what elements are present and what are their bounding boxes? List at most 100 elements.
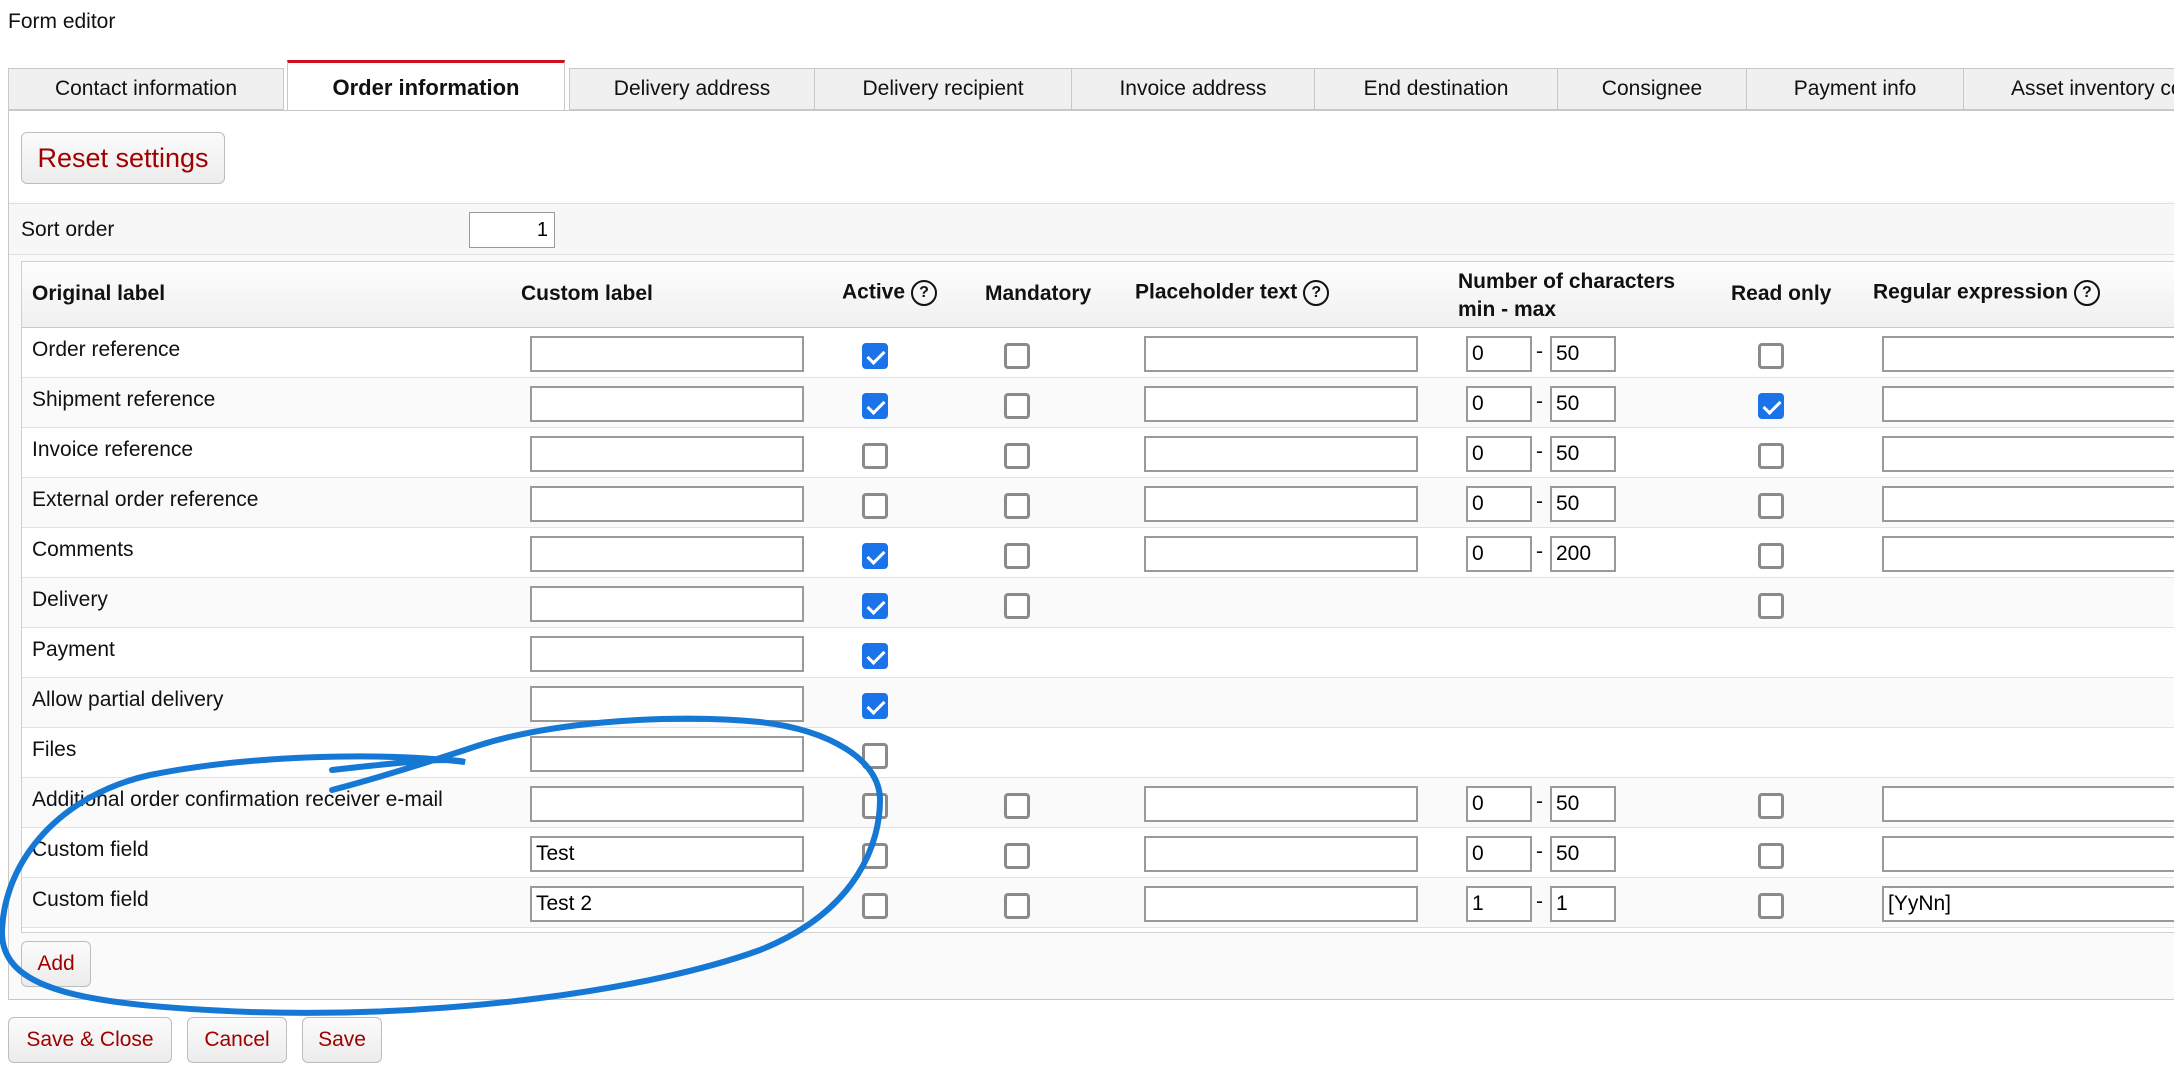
custom-label-input[interactable] [530, 836, 804, 872]
help-icon[interactable]: ? [2073, 280, 2100, 306]
regular-expression-input[interactable] [1882, 386, 2174, 422]
mandatory-checkbox[interactable] [1004, 343, 1030, 369]
regular-expression-input[interactable] [1882, 336, 2174, 372]
active-checkbox[interactable] [862, 393, 888, 419]
custom-label-input[interactable] [530, 336, 804, 372]
min-characters-input[interactable] [1466, 436, 1532, 472]
max-characters-input[interactable] [1550, 836, 1616, 872]
placeholder-text-input[interactable] [1144, 436, 1418, 472]
save-button[interactable]: Save [302, 1017, 382, 1063]
read-only-checkbox[interactable] [1758, 493, 1784, 519]
min-characters-input[interactable] [1466, 536, 1532, 572]
read-only-checkbox[interactable] [1758, 393, 1784, 419]
original-label: Payment [32, 638, 115, 661]
placeholder-text-input[interactable] [1144, 886, 1418, 922]
active-checkbox[interactable] [862, 743, 888, 769]
min-characters-input[interactable] [1466, 486, 1532, 522]
regular-expression-input[interactable] [1882, 436, 2174, 472]
tab-delivery-recipient[interactable]: Delivery recipient [814, 68, 1072, 110]
active-checkbox[interactable] [862, 793, 888, 819]
tab-payment-info[interactable]: Payment info [1746, 68, 1964, 110]
custom-label-input[interactable] [530, 686, 804, 722]
tab-asset-inventory[interactable]: Asset inventory co [1963, 68, 2174, 110]
min-characters-input[interactable] [1466, 786, 1532, 822]
tab-delivery-address[interactable]: Delivery address [569, 68, 815, 110]
custom-label-input[interactable] [530, 886, 804, 922]
read-only-checkbox[interactable] [1758, 443, 1784, 469]
max-characters-input[interactable] [1550, 786, 1616, 822]
col-active: Active? [842, 280, 938, 306]
max-characters-input[interactable] [1550, 386, 1616, 422]
tab-bar: Contact information Order information De… [8, 60, 2174, 112]
read-only-checkbox[interactable] [1758, 593, 1784, 619]
active-checkbox[interactable] [862, 843, 888, 869]
max-characters-input[interactable] [1550, 886, 1616, 922]
mandatory-checkbox[interactable] [1004, 793, 1030, 819]
active-checkbox[interactable] [862, 643, 888, 669]
mandatory-checkbox[interactable] [1004, 393, 1030, 419]
active-checkbox[interactable] [862, 343, 888, 369]
regular-expression-input[interactable] [1882, 886, 2174, 922]
custom-label-input[interactable] [530, 586, 804, 622]
active-checkbox[interactable] [862, 693, 888, 719]
help-icon[interactable]: ? [1303, 280, 1330, 306]
table-row: Additional order confirmation receiver e… [22, 778, 2174, 828]
min-characters-input[interactable] [1466, 386, 1532, 422]
max-characters-input[interactable] [1550, 486, 1616, 522]
custom-label-input[interactable] [530, 386, 804, 422]
sort-order-input[interactable] [469, 212, 555, 248]
min-characters-input[interactable] [1466, 886, 1532, 922]
active-checkbox[interactable] [862, 443, 888, 469]
custom-label-input[interactable] [530, 536, 804, 572]
cancel-button[interactable]: Cancel [187, 1017, 287, 1063]
active-checkbox[interactable] [862, 543, 888, 569]
add-field-button[interactable]: Add [21, 941, 91, 987]
table-row: Order reference - [22, 328, 2174, 378]
placeholder-text-input[interactable] [1144, 386, 1418, 422]
min-characters-input[interactable] [1466, 336, 1532, 372]
custom-label-input[interactable] [530, 736, 804, 772]
min-characters-input[interactable] [1466, 836, 1532, 872]
mandatory-checkbox[interactable] [1004, 493, 1030, 519]
tab-end-destination[interactable]: End destination [1314, 68, 1558, 110]
original-label: Custom field [32, 838, 149, 861]
max-characters-input[interactable] [1550, 536, 1616, 572]
mandatory-checkbox[interactable] [1004, 443, 1030, 469]
tab-order-information[interactable]: Order information [287, 60, 565, 112]
regular-expression-input[interactable] [1882, 786, 2174, 822]
active-checkbox[interactable] [862, 893, 888, 919]
placeholder-text-input[interactable] [1144, 336, 1418, 372]
save-close-button[interactable]: Save & Close [8, 1017, 172, 1063]
read-only-checkbox[interactable] [1758, 893, 1784, 919]
help-icon[interactable]: ? [911, 280, 938, 306]
read-only-checkbox[interactable] [1758, 843, 1784, 869]
mandatory-checkbox[interactable] [1004, 593, 1030, 619]
mandatory-checkbox[interactable] [1004, 843, 1030, 869]
table-row: Shipment reference - [22, 378, 2174, 428]
tab-invoice-address[interactable]: Invoice address [1071, 68, 1315, 110]
mandatory-checkbox[interactable] [1004, 543, 1030, 569]
custom-label-input[interactable] [530, 486, 804, 522]
max-characters-input[interactable] [1550, 336, 1616, 372]
regular-expression-input[interactable] [1882, 836, 2174, 872]
original-label: Additional order confirmation receiver e… [32, 788, 443, 811]
custom-label-input[interactable] [530, 786, 804, 822]
mandatory-checkbox[interactable] [1004, 893, 1030, 919]
tab-contact-information[interactable]: Contact information [8, 68, 284, 110]
regular-expression-input[interactable] [1882, 486, 2174, 522]
regular-expression-input[interactable] [1882, 536, 2174, 572]
reset-settings-button[interactable]: Reset settings [21, 132, 225, 184]
tab-consignee[interactable]: Consignee [1557, 68, 1747, 110]
max-characters-input[interactable] [1550, 436, 1616, 472]
active-checkbox[interactable] [862, 493, 888, 519]
placeholder-text-input[interactable] [1144, 536, 1418, 572]
read-only-checkbox[interactable] [1758, 793, 1784, 819]
read-only-checkbox[interactable] [1758, 543, 1784, 569]
placeholder-text-input[interactable] [1144, 836, 1418, 872]
custom-label-input[interactable] [530, 636, 804, 672]
placeholder-text-input[interactable] [1144, 486, 1418, 522]
custom-label-input[interactable] [530, 436, 804, 472]
placeholder-text-input[interactable] [1144, 786, 1418, 822]
active-checkbox[interactable] [862, 593, 888, 619]
read-only-checkbox[interactable] [1758, 343, 1784, 369]
